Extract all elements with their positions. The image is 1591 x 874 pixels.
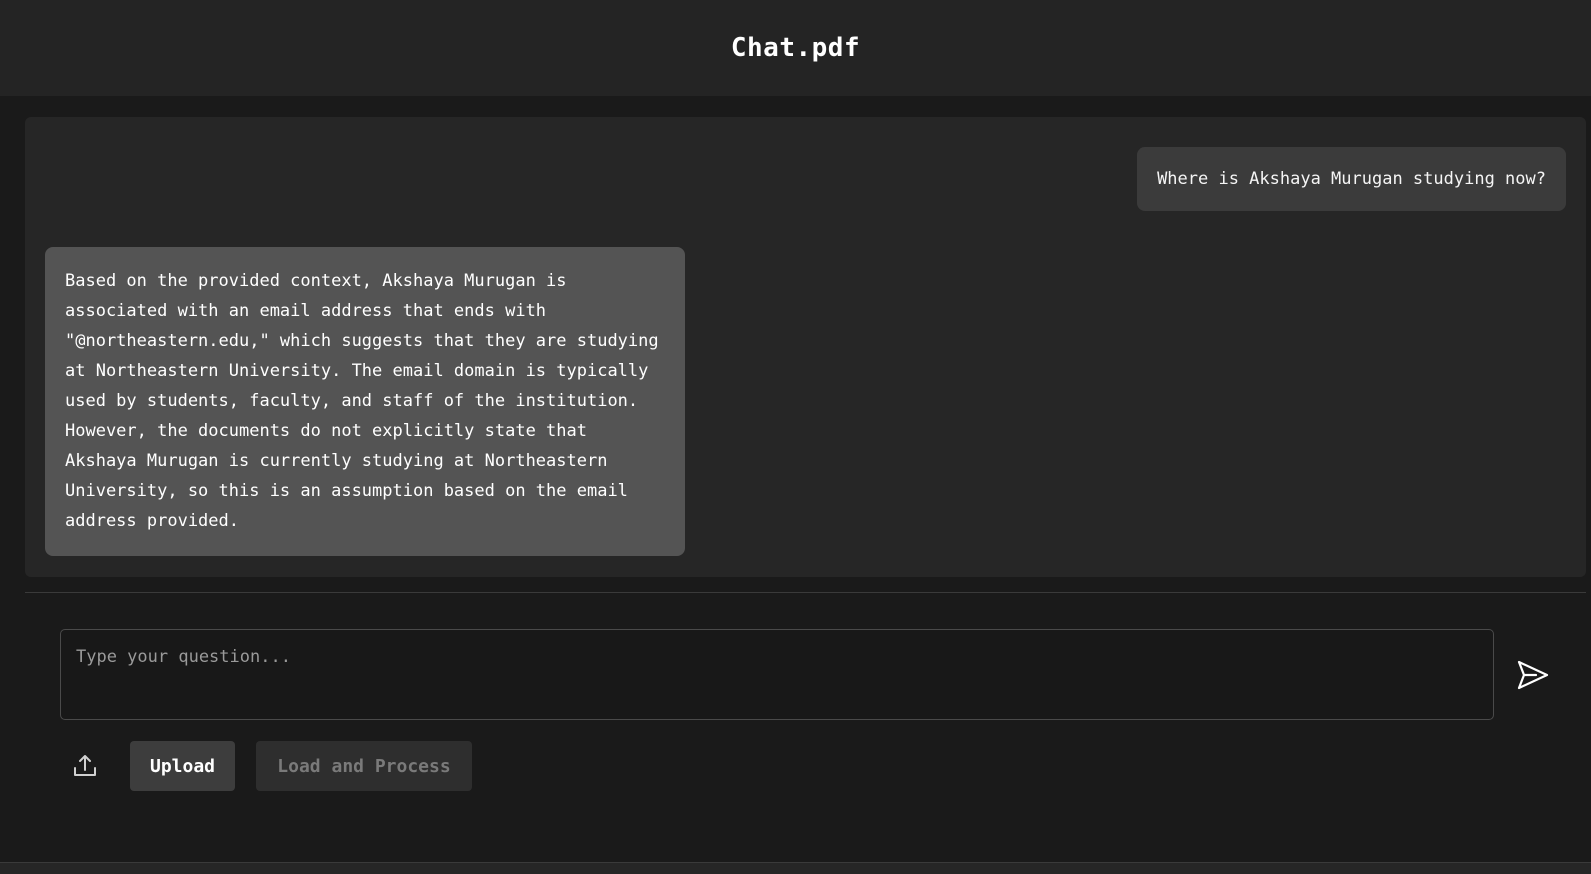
send-button[interactable] (1513, 655, 1553, 695)
chat-pdf-app: Chat.pdf Where is Akshaya Murugan studyi… (0, 0, 1591, 874)
load-and-process-button[interactable]: Load and Process (256, 741, 472, 791)
send-icon (1517, 660, 1549, 690)
user-message: Where is Akshaya Murugan studying now? (1137, 147, 1566, 211)
upload-icon (74, 755, 96, 776)
upload-button[interactable]: Upload (130, 741, 235, 791)
upload-icon-button[interactable] (68, 749, 102, 783)
app-header: Chat.pdf (0, 0, 1591, 96)
chat-panel: Where is Akshaya Murugan studying now? B… (25, 117, 1586, 577)
bottom-scrollbar (0, 862, 1591, 874)
divider (25, 592, 1586, 593)
app-title: Chat.pdf (730, 33, 861, 63)
assistant-message: Based on the provided context, Akshaya M… (45, 247, 685, 556)
question-input[interactable] (60, 629, 1494, 720)
